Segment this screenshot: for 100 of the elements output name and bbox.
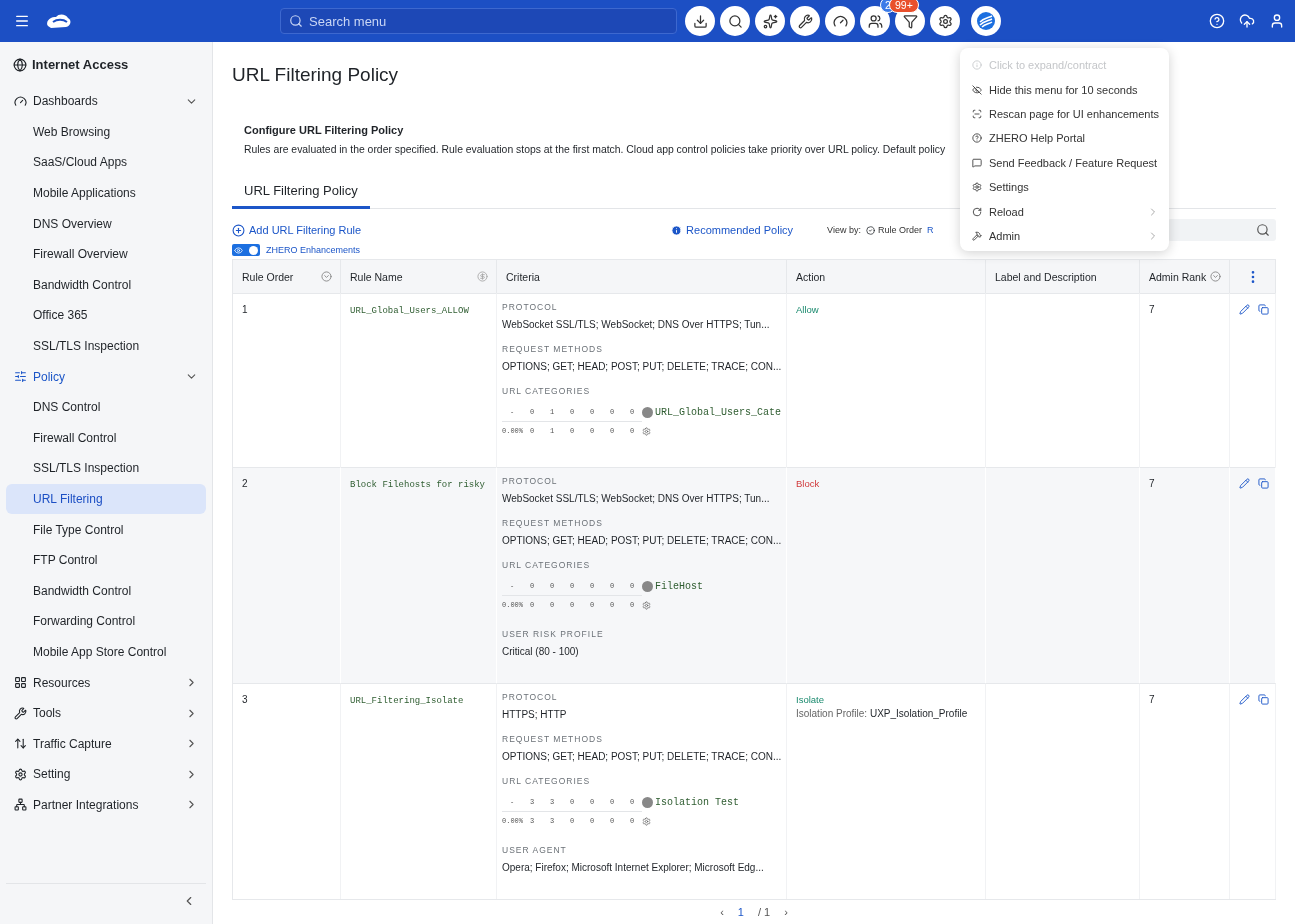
sidebar-item[interactable]: SSL/TLS Inspection [6, 330, 206, 362]
sidebar-item[interactable]: Forwarding Control [6, 606, 206, 637]
copy-icon[interactable] [1258, 478, 1269, 489]
toolbar-button[interactable] [825, 6, 855, 36]
sidebar-item[interactable]: Bandwidth Control [6, 269, 206, 301]
enhancements-toggle[interactable] [232, 244, 260, 256]
sidebar-item[interactable]: Firewall Control [6, 422, 206, 454]
criteria-heading: URL CATEGORIES [502, 776, 592, 786]
table-cell: 1 [242, 304, 248, 315]
sidebar-group[interactable]: Partner Integrations [6, 789, 206, 821]
recommended-policy-link[interactable]: Recommended Policy [671, 224, 794, 236]
criteria-heading: PROTOCOL [502, 476, 559, 486]
add-rule-link[interactable]: Add URL Filtering Rule [232, 223, 362, 237]
menu-item[interactable]: Hide this menu for 10 seconds [960, 77, 1169, 102]
funnel-icon [902, 13, 918, 29]
search-icon [1256, 223, 1270, 237]
sidebar-group[interactable]: Traffic Capture [6, 728, 206, 760]
table-search-field[interactable] [1168, 219, 1276, 241]
toolbar-button[interactable] [720, 6, 750, 36]
view-by-option[interactable]: Rule Order [877, 225, 922, 235]
page-title: URL Filtering Policy [232, 64, 399, 86]
sidebar-group[interactable]: Setting [6, 759, 206, 790]
sidebar-item[interactable]: Mobile App Store Control [6, 636, 206, 668]
view-by-option[interactable]: R [926, 225, 934, 235]
sidebar-item[interactable]: DNS Control [6, 391, 206, 423]
section-title: Configure URL Filtering Policy [244, 124, 405, 136]
sidebar-item[interactable]: Bandwidth Control [6, 575, 206, 607]
criteria-value: OPTIONS; GET; HEAD; POST; PUT; DELETE; TRACE; CON... [502, 361, 781, 372]
settings-icon [972, 182, 982, 193]
sidebar-item[interactable]: Web Browsing [6, 116, 206, 148]
sidebar-group[interactable]: Policy [6, 361, 206, 392]
sort-icon[interactable] [1210, 271, 1221, 282]
plus-icon [232, 223, 245, 237]
sidebar-item[interactable]: Office 365 [6, 300, 206, 331]
prev-page-button[interactable]: ‹ [720, 906, 724, 918]
menu-icon[interactable] [14, 13, 30, 29]
edit-icon[interactable] [1239, 304, 1250, 315]
criteria-heading: USER AGENT [502, 845, 568, 855]
sidebar-group[interactable]: Tools [6, 697, 206, 729]
sidebar-item[interactable]: File Type Control [6, 514, 206, 545]
sidebar-item[interactable]: URL Filtering [6, 483, 206, 515]
search-icon [727, 13, 743, 29]
action-label: Block [796, 478, 821, 489]
next-page-button[interactable]: › [784, 906, 788, 918]
criteria-heading: REQUEST METHODS [502, 734, 604, 744]
settings-icon[interactable] [642, 817, 651, 826]
edit-icon[interactable] [1239, 478, 1250, 489]
globe-icon [13, 57, 27, 72]
sort-icon[interactable] [321, 271, 332, 282]
sidebar-item[interactable]: FTP Control [6, 544, 206, 576]
column-header: Criteria [497, 260, 787, 293]
scan-icon [972, 108, 982, 119]
toolbar-button[interactable] [930, 6, 960, 36]
column-header: Admin Rank [1140, 260, 1230, 293]
sidebar-item[interactable]: SSL/TLS Inspection [6, 453, 206, 484]
sidebar-item[interactable]: DNS Overview [6, 208, 206, 239]
menu-item[interactable]: Rescan page for UI enhancements [960, 101, 1169, 127]
user-icon[interactable] [1269, 13, 1285, 29]
sparkle-icon [762, 13, 778, 29]
menu-item[interactable]: Reload [960, 199, 1169, 224]
wrench-icon [797, 13, 813, 29]
column-header: Rule Name [341, 260, 497, 293]
criteria-value: OPTIONS; GET; HEAD; POST; PUT; DELETE; TRACE; CON... [502, 751, 781, 762]
sidebar-item[interactable]: SaaS/Cloud Apps [6, 147, 206, 178]
menu-item[interactable]: ZHERO Help Portal [960, 126, 1169, 151]
settings-icon[interactable] [642, 427, 651, 436]
eye-off-icon [972, 84, 982, 95]
sidebar-item[interactable]: Mobile Applications [6, 177, 206, 209]
menu-item[interactable]: Admin [960, 223, 1169, 249]
settings-icon [14, 767, 27, 781]
action-label: Allow [796, 304, 820, 315]
info-icon [972, 60, 982, 71]
brand-icon [976, 11, 996, 31]
toolbar-button[interactable] [755, 6, 785, 36]
menu-item[interactable]: Settings [960, 174, 1169, 200]
toolbar-button[interactable] [685, 6, 715, 36]
sidebar-item[interactable]: Firewall Overview [6, 238, 206, 270]
cloud-upload-icon[interactable] [1239, 13, 1255, 29]
category-icon [642, 581, 653, 592]
toolbar-button[interactable] [790, 6, 820, 36]
settings-icon[interactable] [642, 601, 651, 610]
sidebar-group[interactable]: Dashboards [6, 86, 206, 117]
column-header: Rule Order [233, 260, 341, 293]
search-field[interactable]: Search menu [280, 8, 677, 34]
logo-icon[interactable] [44, 12, 72, 30]
help-icon[interactable] [1209, 13, 1225, 29]
category-name: URL_Global_Users_Cate [655, 407, 782, 418]
network-icon [14, 798, 27, 812]
criteria-heading: PROTOCOL [502, 692, 559, 702]
copy-icon[interactable] [1258, 304, 1269, 315]
menu-item[interactable]: Send Feedback / Feature Request [960, 150, 1169, 175]
search-icon [289, 14, 303, 28]
table-cell: 2 [242, 478, 248, 489]
edit-icon[interactable] [1239, 694, 1250, 705]
sidebar-group[interactable]: Resources [6, 667, 206, 698]
page-number[interactable]: 1 [737, 906, 744, 918]
brand-button[interactable] [971, 6, 1001, 36]
copy-icon[interactable] [1258, 694, 1269, 705]
tab[interactable]: URL Filtering Policy [232, 183, 370, 209]
criteria-value: WebSocket SSL/TLS; WebSocket; DNS Over HTTPS; Tun... [502, 493, 771, 504]
